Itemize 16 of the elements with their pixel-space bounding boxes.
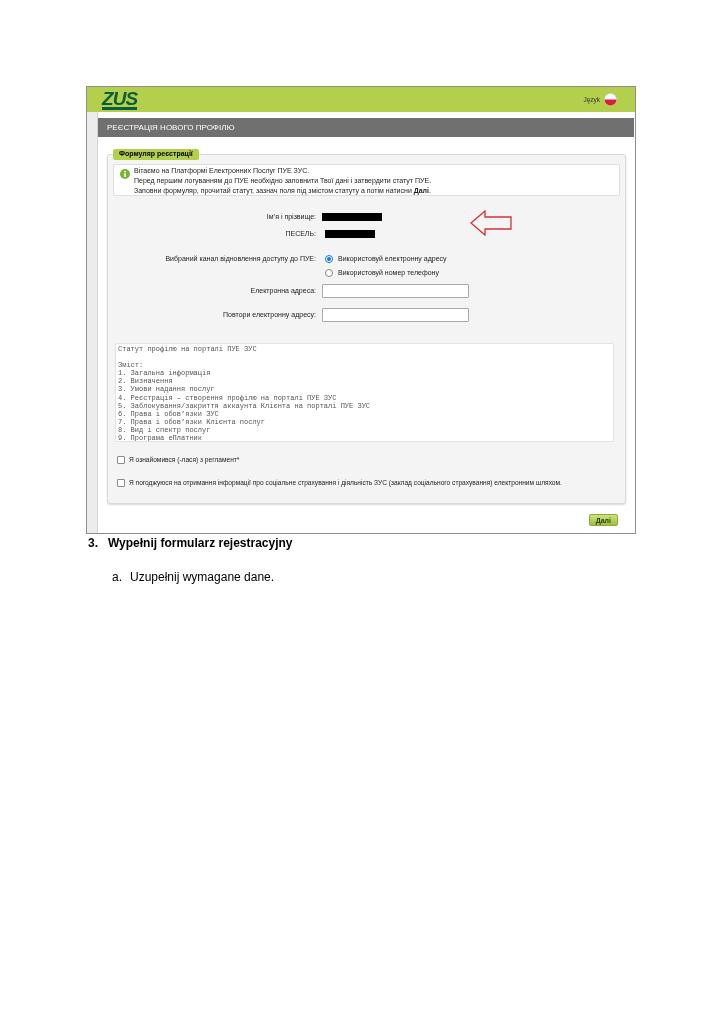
flag-icon[interactable] bbox=[604, 93, 617, 106]
email-input[interactable] bbox=[322, 284, 469, 298]
checkbox[interactable] bbox=[117, 456, 125, 464]
radio-button[interactable] bbox=[325, 255, 333, 263]
step-title: Wypełnij formularz rejestracyjny bbox=[108, 535, 293, 552]
page-title-bar: РЕЄСТРАЦІЯ НОВОГО ПРОФІЛЮ bbox=[98, 118, 634, 137]
statute-text-area[interactable] bbox=[115, 343, 614, 442]
logo-text[interactable]: ZUS bbox=[102, 89, 138, 110]
info-icon bbox=[120, 169, 130, 179]
step-number: 3. bbox=[88, 535, 99, 552]
left-arrow-icon bbox=[470, 210, 512, 236]
checkbox[interactable] bbox=[117, 479, 125, 487]
substep-text: Uzupełnij wymagane dane. bbox=[130, 569, 275, 586]
substep-marker: a. bbox=[112, 569, 123, 586]
email-input[interactable] bbox=[322, 308, 469, 322]
radio-button[interactable] bbox=[325, 269, 333, 277]
